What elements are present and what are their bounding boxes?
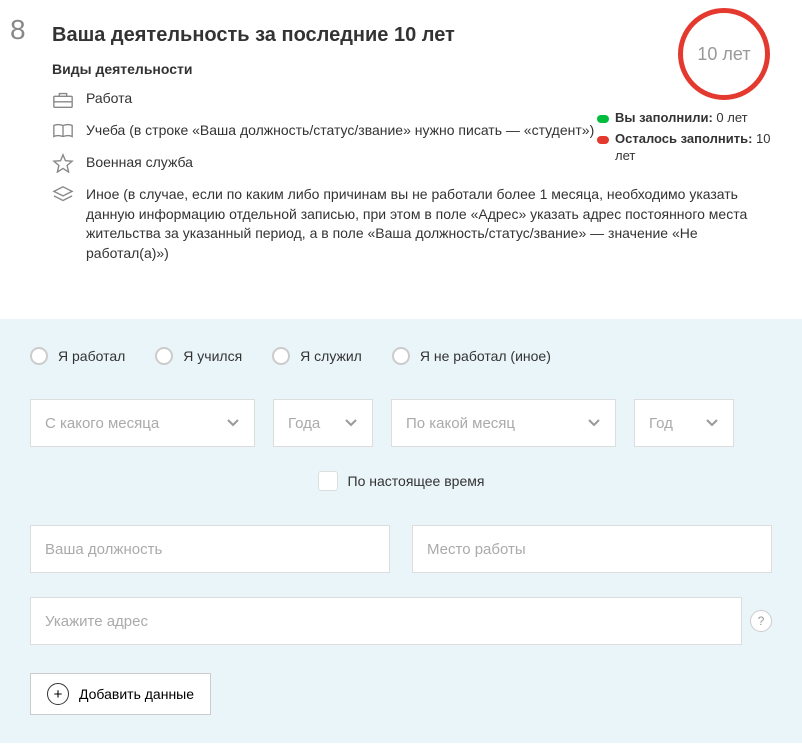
radio-worked-label: Я работал [58, 348, 125, 364]
activity-study-text: Учеба (в строке «Ваша должность/статус/з… [86, 121, 594, 141]
chevron-down-icon [344, 418, 358, 428]
stat-filled-value: 0 лет [716, 110, 747, 125]
radio-none-label: Я не работал (иное) [420, 348, 551, 364]
radio-studied[interactable]: Я учился [155, 347, 242, 365]
activity-other-text: Иное (в случае, если по каким либо причи… [86, 185, 778, 263]
star-icon [52, 153, 74, 173]
add-data-label: Добавить данные [79, 686, 194, 702]
address-input[interactable]: Укажите адрес [30, 597, 742, 645]
select-from-year[interactable]: Года [273, 399, 373, 447]
form-panel: Я работал Я учился Я служил Я не работал… [0, 319, 802, 743]
dot-red-icon [597, 136, 609, 144]
activity-work: Работа [52, 89, 778, 109]
briefcase-icon [52, 89, 74, 109]
radio-icon [155, 347, 173, 365]
chevron-down-icon [705, 418, 719, 428]
position-placeholder: Ваша должность [45, 541, 162, 558]
checkbox-present-label: По настоящее время [348, 473, 485, 489]
select-from-month[interactable]: С какого месяца [30, 399, 255, 447]
radio-none[interactable]: Я не работал (иное) [392, 347, 551, 365]
add-data-button[interactable]: + Добавить данные [30, 673, 211, 715]
checkbox-present[interactable] [318, 471, 338, 491]
select-to-year[interactable]: Год [634, 399, 734, 447]
radio-icon [30, 347, 48, 365]
activity-work-text: Работа [86, 89, 132, 109]
radio-served[interactable]: Я служил [272, 347, 362, 365]
chevron-down-icon [587, 418, 601, 428]
chevron-down-icon [226, 418, 240, 428]
activity-military-text: Военная служба [86, 153, 193, 173]
step-number: 8 [10, 14, 26, 46]
stat-filled: Вы заполнили: 0 лет [597, 110, 772, 127]
radio-icon [392, 347, 410, 365]
select-from-month-label: С какого месяца [45, 415, 159, 432]
select-to-month[interactable]: По какой месяц [391, 399, 616, 447]
stat-remaining-label: Осталось заполнить: [615, 131, 752, 146]
workplace-input[interactable]: Место работы [412, 525, 772, 573]
radio-worked[interactable]: Я работал [30, 347, 125, 365]
select-from-year-label: Года [288, 415, 320, 432]
book-icon [52, 121, 74, 141]
activities-subtitle: Виды деятельности [52, 61, 778, 77]
dot-green-icon [597, 115, 609, 123]
select-to-month-label: По какой месяц [406, 415, 515, 432]
stat-remaining: Осталось заполнить: 10 лет [597, 131, 772, 165]
select-to-year-label: Год [649, 415, 673, 432]
radio-icon [272, 347, 290, 365]
layers-icon [52, 185, 74, 205]
help-icon[interactable]: ? [750, 610, 772, 632]
years-circle: 10 лет [678, 8, 770, 100]
workplace-placeholder: Место работы [427, 541, 526, 558]
plus-icon: + [47, 683, 69, 705]
position-input[interactable]: Ваша должность [30, 525, 390, 573]
radio-served-label: Я служил [300, 348, 362, 364]
activity-other: Иное (в случае, если по каким либо причи… [52, 185, 778, 263]
stat-filled-label: Вы заполнили: [615, 110, 713, 125]
page-title: Ваша деятельность за последние 10 лет [52, 24, 778, 47]
radio-studied-label: Я учился [183, 348, 242, 364]
years-circle-label: 10 лет [697, 44, 750, 65]
address-placeholder: Укажите адрес [45, 613, 148, 630]
